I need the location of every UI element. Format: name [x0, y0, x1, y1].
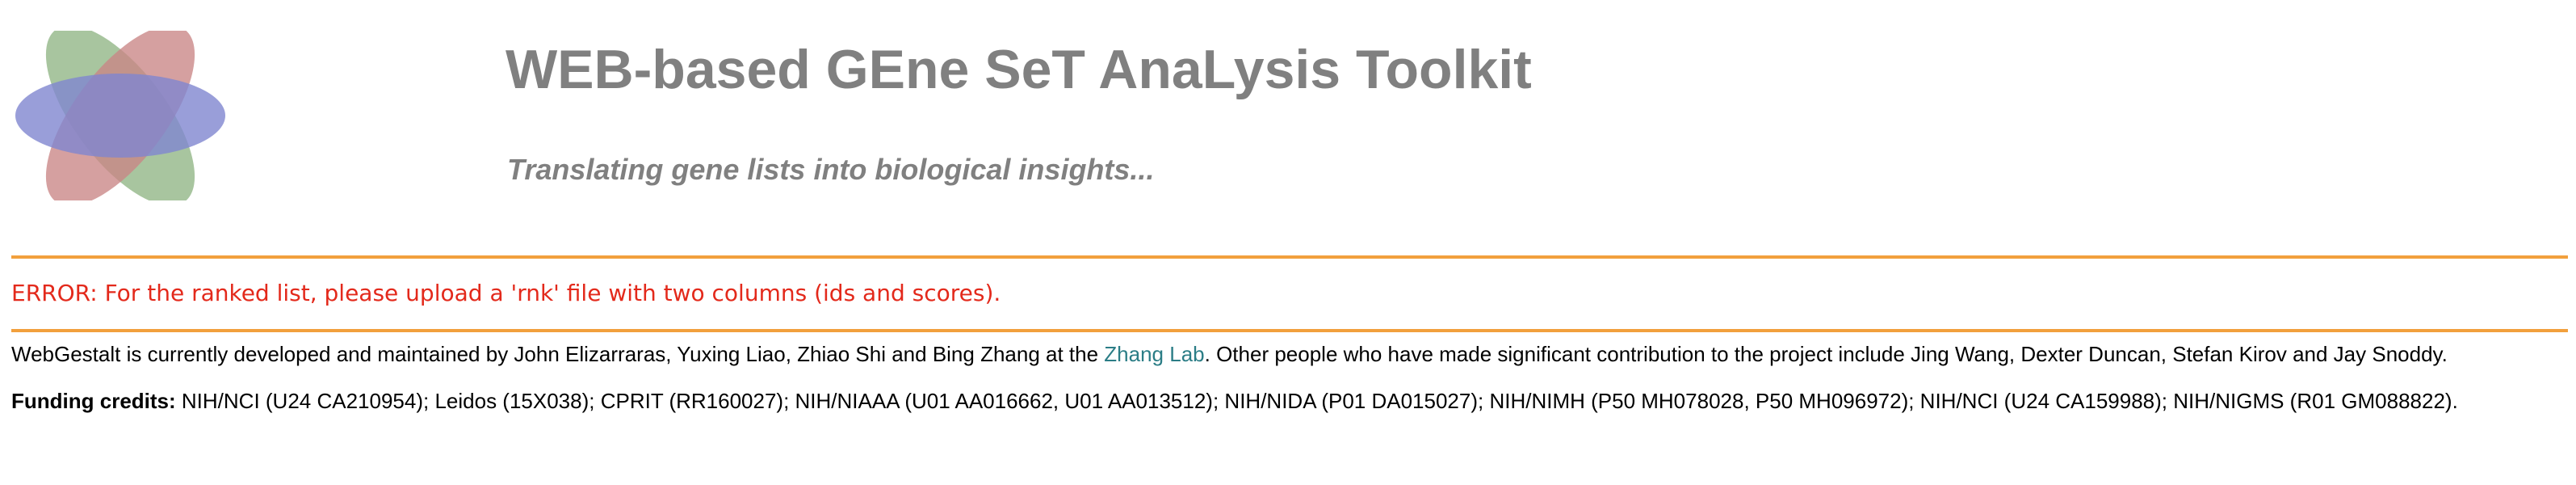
page-title: WEB-based GEne SeT AnaLysis Toolkit	[506, 39, 1532, 100]
credits-text-before: WebGestalt is currently developed and ma…	[11, 342, 1105, 366]
error-message: ERROR: For the ranked list, please uploa…	[11, 280, 1001, 306]
zhang-lab-link[interactable]: Zhang Lab	[1104, 342, 1204, 366]
credits-text: WebGestalt is currently developed and ma…	[11, 340, 2448, 369]
webgestalt-logo-icon	[11, 25, 229, 206]
top-divider	[11, 255, 2568, 259]
funding-label: Funding credits:	[11, 389, 176, 413]
credits-text-after: . Other people who have made significant…	[1204, 342, 2448, 366]
bottom-divider	[11, 329, 2568, 332]
funding-text: NIH/NCI (U24 CA210954); Leidos (15X038);…	[175, 389, 2458, 413]
page-subtitle: Translating gene lists into biological i…	[507, 153, 1155, 186]
funding-credits: Funding credits: NIH/NCI (U24 CA210954);…	[11, 386, 2458, 415]
